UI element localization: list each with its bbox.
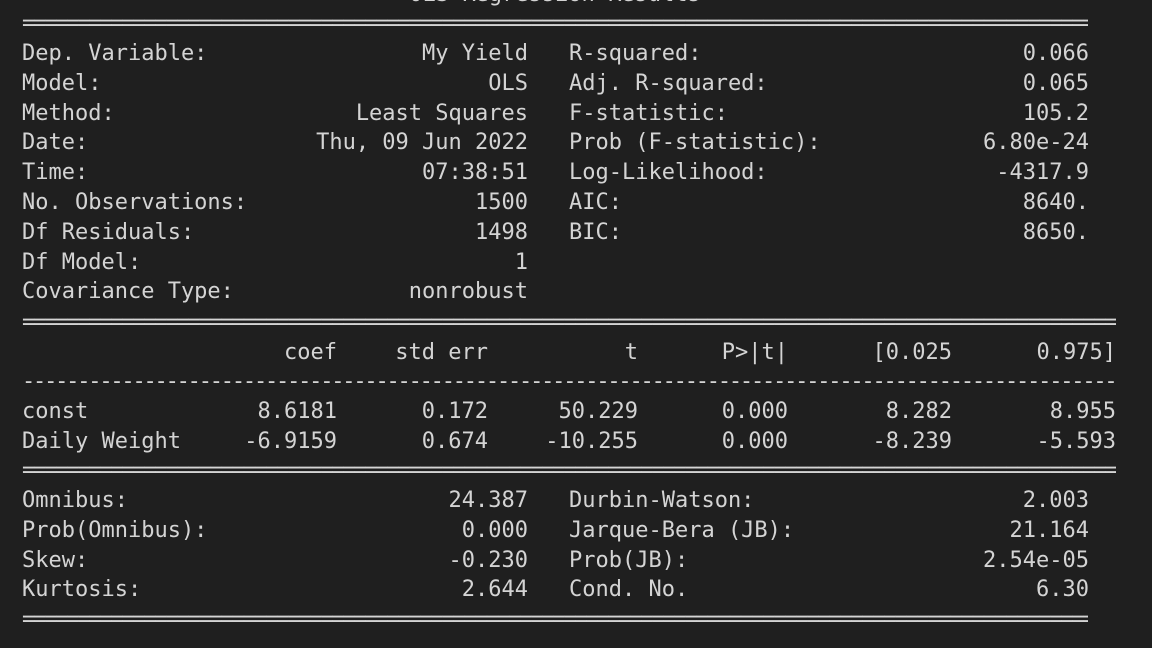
- coef-column-header: 0.975]: [1036, 340, 1116, 365]
- diagnostic-value: 6.30: [1036, 577, 1089, 603]
- diagnostic-value: 21.164: [1009, 517, 1089, 543]
- coef-cell: 8.6181: [257, 399, 337, 424]
- coef-row-name: const: [22, 399, 89, 424]
- coef-column-header: coef: [284, 340, 337, 365]
- coef-cell: 50.229: [558, 399, 638, 424]
- coef-cell: 0.172: [421, 399, 488, 424]
- diagnostic-value: 2.003: [1022, 488, 1089, 513]
- coef-column-header: [0.025: [872, 340, 952, 365]
- diagnostic-row-right: Jarque-Bera (JB): 21.164: [22, 516, 1122, 546]
- coef-cell: 8.282: [885, 399, 952, 424]
- diagnostic-row-right: Prob(JB): 2.54e-05: [22, 546, 1122, 576]
- summary-row: Df Model: 1: [22, 248, 1122, 278]
- summary-row: Covariance Type: nonrobust: [22, 277, 1122, 307]
- summary-value: 8640.: [1022, 190, 1089, 215]
- coef-row: const 8.6181 0.172 50.229 0.000 8.282 8.955: [22, 397, 1122, 427]
- coef-column-header: t: [624, 340, 638, 365]
- summary-value: 0.066: [1022, 41, 1089, 66]
- summary-row-right: R-squared: 0.066: [22, 39, 1122, 69]
- table-title: OLS Regression Results: [0, 0, 1110, 10]
- coef-column-header: P>|t|: [721, 340, 788, 365]
- summary-value: -4317.9: [996, 160, 1089, 186]
- coef-cell: -5.593: [1036, 429, 1116, 454]
- summary-row-right: Log-Likelihood: -4317.9: [22, 158, 1122, 188]
- coef-mid-rule: ----------------------------------------…: [22, 372, 1116, 392]
- terminal-output: OLS Regression Results =================…: [0, 0, 1152, 648]
- diagnostic-row-right: Cond. No. 6.30: [22, 575, 1122, 605]
- diagnostic-row-right: Durbin-Watson: 2.003: [22, 486, 1122, 516]
- summary-row-right: Prob (F-statistic): 6.80e-24: [22, 128, 1122, 158]
- coef-cell: 8.955: [1049, 399, 1116, 424]
- bottom-rule: ========================================…: [22, 610, 1088, 630]
- coef-row: Daily Weight -6.9159 0.674 -10.255 0.000 -8.2…: [22, 427, 1122, 457]
- summary-row-right: Adj. R-squared: 0.065: [22, 69, 1122, 99]
- summary-value: 105.2: [1022, 100, 1089, 126]
- coef-bottom-rule: ========================================…: [22, 461, 1116, 481]
- summary-value: 1: [514, 249, 528, 275]
- coef-cell: 0.674: [421, 429, 488, 454]
- coef-header-row: coef std err t P>|t| [0.025 0.975]: [22, 338, 1122, 368]
- summary-row-right: AIC: 8640.: [22, 188, 1122, 218]
- coef-top-rule: ========================================…: [22, 313, 1116, 333]
- summary-value: 6.80e-24: [983, 130, 1089, 156]
- top-rule: ========================================…: [22, 14, 1088, 34]
- coef-cell: 0.000: [721, 429, 788, 454]
- coef-cell: -6.9159: [244, 429, 337, 454]
- coef-cell: -8.239: [872, 429, 952, 454]
- diagnostic-value: 2.54e-05: [983, 547, 1089, 573]
- coef-cell: 0.000: [721, 399, 788, 424]
- summary-value: nonrobust: [408, 279, 528, 305]
- coef-cell: -10.255: [545, 429, 638, 454]
- summary-value: 0.065: [1022, 70, 1089, 96]
- summary-row-right: F-statistic: 105.2: [22, 99, 1122, 129]
- summary-value: 8650.: [1022, 219, 1089, 245]
- summary-row-right: BIC: 8650.: [22, 218, 1122, 248]
- coef-column-header: std err: [395, 340, 488, 365]
- coef-row-name: Daily Weight: [22, 429, 181, 454]
